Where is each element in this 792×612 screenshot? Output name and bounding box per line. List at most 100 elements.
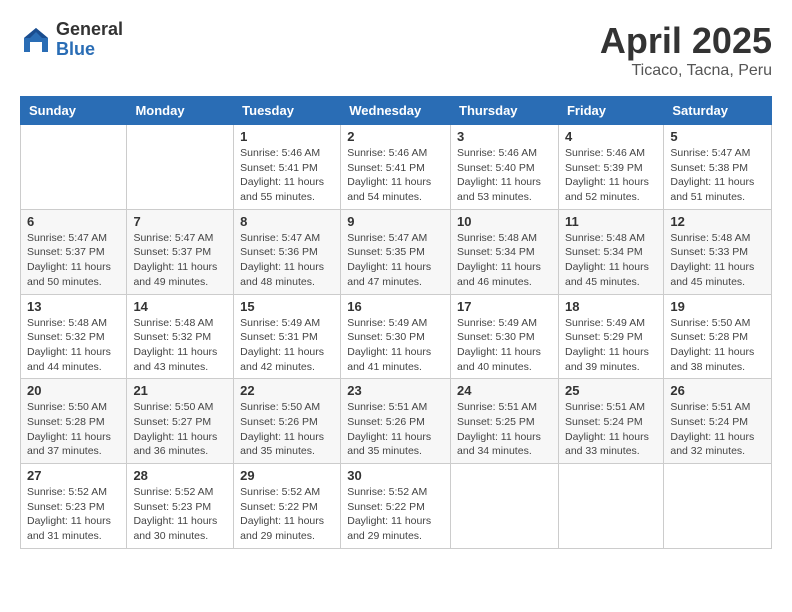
day-info: Sunrise: 5:51 AM Sunset: 5:25 PM Dayligh… xyxy=(457,400,552,459)
day-info: Sunrise: 5:50 AM Sunset: 5:27 PM Dayligh… xyxy=(133,400,227,459)
day-number: 25 xyxy=(565,383,657,398)
calendar-cell: 2 Sunrise: 5:46 AM Sunset: 5:41 PM Daylig… xyxy=(341,125,451,210)
calendar-header-row: SundayMondayTuesdayWednesdayThursdayFrid… xyxy=(21,97,772,125)
day-of-week-header: Friday xyxy=(558,97,663,125)
day-number: 26 xyxy=(670,383,765,398)
calendar-cell: 7 Sunrise: 5:47 AM Sunset: 5:37 PM Daylig… xyxy=(127,209,234,294)
day-of-week-header: Sunday xyxy=(21,97,127,125)
calendar-cell: 14Sunrise: 5:48 AM Sunset: 5:32 PM Dayli… xyxy=(127,294,234,379)
day-number: 11 xyxy=(565,214,657,229)
logo: General Blue xyxy=(20,20,123,60)
day-info: Sunrise: 5:52 AM Sunset: 5:23 PM Dayligh… xyxy=(133,485,227,544)
day-info: Sunrise: 5:52 AM Sunset: 5:22 PM Dayligh… xyxy=(240,485,334,544)
day-number: 28 xyxy=(133,468,227,483)
day-number: 16 xyxy=(347,299,444,314)
day-number: 30 xyxy=(347,468,444,483)
day-of-week-header: Tuesday xyxy=(234,97,341,125)
calendar-cell: 10 Sunrise: 5:48 AM Sunset: 5:34 PM Dayli… xyxy=(451,209,559,294)
calendar-week-row: 20Sunrise: 5:50 AM Sunset: 5:28 PM Dayli… xyxy=(21,379,772,464)
day-number: 5 xyxy=(670,129,765,144)
calendar-week-row: 27Sunrise: 5:52 AM Sunset: 5:23 PM Dayli… xyxy=(21,464,772,549)
calendar-cell: 25Sunrise: 5:51 AM Sunset: 5:24 PM Dayli… xyxy=(558,379,663,464)
calendar-cell: 13 Sunrise: 5:48 AM Sunset: 5:32 PM Dayli… xyxy=(21,294,127,379)
logo-text: General Blue xyxy=(56,20,123,60)
day-info: Sunrise: 5:47 AM Sunset: 5:37 PM Dayligh… xyxy=(133,231,227,290)
day-number: 3 xyxy=(457,129,552,144)
day-number: 8 xyxy=(240,214,334,229)
day-info: Sunrise: 5:52 AM Sunset: 5:23 PM Dayligh… xyxy=(27,485,120,544)
day-info: Sunrise: 5:51 AM Sunset: 5:26 PM Dayligh… xyxy=(347,400,444,459)
calendar-cell xyxy=(664,464,772,549)
day-info: Sunrise: 5:46 AM Sunset: 5:39 PM Dayligh… xyxy=(565,146,657,205)
day-info: Sunrise: 5:51 AM Sunset: 5:24 PM Dayligh… xyxy=(670,400,765,459)
logo-icon xyxy=(20,24,52,56)
day-number: 18 xyxy=(565,299,657,314)
day-number: 9 xyxy=(347,214,444,229)
day-number: 15 xyxy=(240,299,334,314)
day-number: 29 xyxy=(240,468,334,483)
calendar-cell: 18 Sunrise: 5:49 AM Sunset: 5:29 PM Dayli… xyxy=(558,294,663,379)
calendar-cell: 11 Sunrise: 5:48 AM Sunset: 5:34 PM Dayli… xyxy=(558,209,663,294)
calendar-table: SundayMondayTuesdayWednesdayThursdayFrid… xyxy=(20,96,772,549)
calendar-cell: 4 Sunrise: 5:46 AM Sunset: 5:39 PM Daylig… xyxy=(558,125,663,210)
day-info: Sunrise: 5:47 AM Sunset: 5:35 PM Dayligh… xyxy=(347,231,444,290)
day-info: Sunrise: 5:50 AM Sunset: 5:28 PM Dayligh… xyxy=(670,316,765,375)
calendar-cell: 20Sunrise: 5:50 AM Sunset: 5:28 PM Dayli… xyxy=(21,379,127,464)
calendar-cell: 6Sunrise: 5:47 AM Sunset: 5:37 PM Daylig… xyxy=(21,209,127,294)
day-number: 19 xyxy=(670,299,765,314)
calendar-cell: 8 Sunrise: 5:47 AM Sunset: 5:36 PM Daylig… xyxy=(234,209,341,294)
calendar-cell: 1Sunrise: 5:46 AM Sunset: 5:41 PM Daylig… xyxy=(234,125,341,210)
day-info: Sunrise: 5:49 AM Sunset: 5:31 PM Dayligh… xyxy=(240,316,334,375)
day-info: Sunrise: 5:49 AM Sunset: 5:29 PM Dayligh… xyxy=(565,316,657,375)
calendar-week-row: 1Sunrise: 5:46 AM Sunset: 5:41 PM Daylig… xyxy=(21,125,772,210)
day-number: 17 xyxy=(457,299,552,314)
day-info: Sunrise: 5:48 AM Sunset: 5:34 PM Dayligh… xyxy=(457,231,552,290)
day-number: 7 xyxy=(133,214,227,229)
month-year-title: April 2025 xyxy=(600,20,772,62)
calendar-cell: 24 Sunrise: 5:51 AM Sunset: 5:25 PM Dayli… xyxy=(451,379,559,464)
page-header: General Blue April 2025 Ticaco, Tacna, P… xyxy=(20,20,772,80)
calendar-cell: 22Sunrise: 5:50 AM Sunset: 5:26 PM Dayli… xyxy=(234,379,341,464)
day-number: 14 xyxy=(133,299,227,314)
location-subtitle: Ticaco, Tacna, Peru xyxy=(600,62,772,80)
day-info: Sunrise: 5:49 AM Sunset: 5:30 PM Dayligh… xyxy=(347,316,444,375)
calendar-cell: 23Sunrise: 5:51 AM Sunset: 5:26 PM Dayli… xyxy=(341,379,451,464)
day-of-week-header: Saturday xyxy=(664,97,772,125)
calendar-cell: 9 Sunrise: 5:47 AM Sunset: 5:35 PM Daylig… xyxy=(341,209,451,294)
day-number: 2 xyxy=(347,129,444,144)
day-number: 24 xyxy=(457,383,552,398)
day-info: Sunrise: 5:47 AM Sunset: 5:37 PM Dayligh… xyxy=(27,231,120,290)
calendar-week-row: 13 Sunrise: 5:48 AM Sunset: 5:32 PM Dayli… xyxy=(21,294,772,379)
calendar-cell: 27Sunrise: 5:52 AM Sunset: 5:23 PM Dayli… xyxy=(21,464,127,549)
day-of-week-header: Monday xyxy=(127,97,234,125)
calendar-cell: 12Sunrise: 5:48 AM Sunset: 5:33 PM Dayli… xyxy=(664,209,772,294)
calendar-cell: 30 Sunrise: 5:52 AM Sunset: 5:22 PM Dayli… xyxy=(341,464,451,549)
day-info: Sunrise: 5:49 AM Sunset: 5:30 PM Dayligh… xyxy=(457,316,552,375)
day-info: Sunrise: 5:46 AM Sunset: 5:41 PM Dayligh… xyxy=(347,146,444,205)
logo-general: General xyxy=(56,20,123,40)
calendar-cell: 3Sunrise: 5:46 AM Sunset: 5:40 PM Daylig… xyxy=(451,125,559,210)
day-info: Sunrise: 5:52 AM Sunset: 5:22 PM Dayligh… xyxy=(347,485,444,544)
day-info: Sunrise: 5:47 AM Sunset: 5:38 PM Dayligh… xyxy=(670,146,765,205)
calendar-week-row: 6Sunrise: 5:47 AM Sunset: 5:37 PM Daylig… xyxy=(21,209,772,294)
day-number: 21 xyxy=(133,383,227,398)
calendar-cell xyxy=(558,464,663,549)
calendar-cell: 5 Sunrise: 5:47 AM Sunset: 5:38 PM Daylig… xyxy=(664,125,772,210)
day-number: 10 xyxy=(457,214,552,229)
logo-blue: Blue xyxy=(56,40,123,60)
calendar-cell: 26 Sunrise: 5:51 AM Sunset: 5:24 PM Dayli… xyxy=(664,379,772,464)
calendar-cell: 21 Sunrise: 5:50 AM Sunset: 5:27 PM Dayli… xyxy=(127,379,234,464)
calendar-cell: 15 Sunrise: 5:49 AM Sunset: 5:31 PM Dayli… xyxy=(234,294,341,379)
day-info: Sunrise: 5:47 AM Sunset: 5:36 PM Dayligh… xyxy=(240,231,334,290)
day-number: 12 xyxy=(670,214,765,229)
day-info: Sunrise: 5:48 AM Sunset: 5:34 PM Dayligh… xyxy=(565,231,657,290)
day-number: 4 xyxy=(565,129,657,144)
calendar-cell: 16 Sunrise: 5:49 AM Sunset: 5:30 PM Dayli… xyxy=(341,294,451,379)
day-number: 13 xyxy=(27,299,120,314)
day-info: Sunrise: 5:48 AM Sunset: 5:32 PM Dayligh… xyxy=(27,316,120,375)
day-info: Sunrise: 5:46 AM Sunset: 5:41 PM Dayligh… xyxy=(240,146,334,205)
day-info: Sunrise: 5:50 AM Sunset: 5:26 PM Dayligh… xyxy=(240,400,334,459)
calendar-cell xyxy=(127,125,234,210)
day-of-week-header: Thursday xyxy=(451,97,559,125)
day-info: Sunrise: 5:50 AM Sunset: 5:28 PM Dayligh… xyxy=(27,400,120,459)
